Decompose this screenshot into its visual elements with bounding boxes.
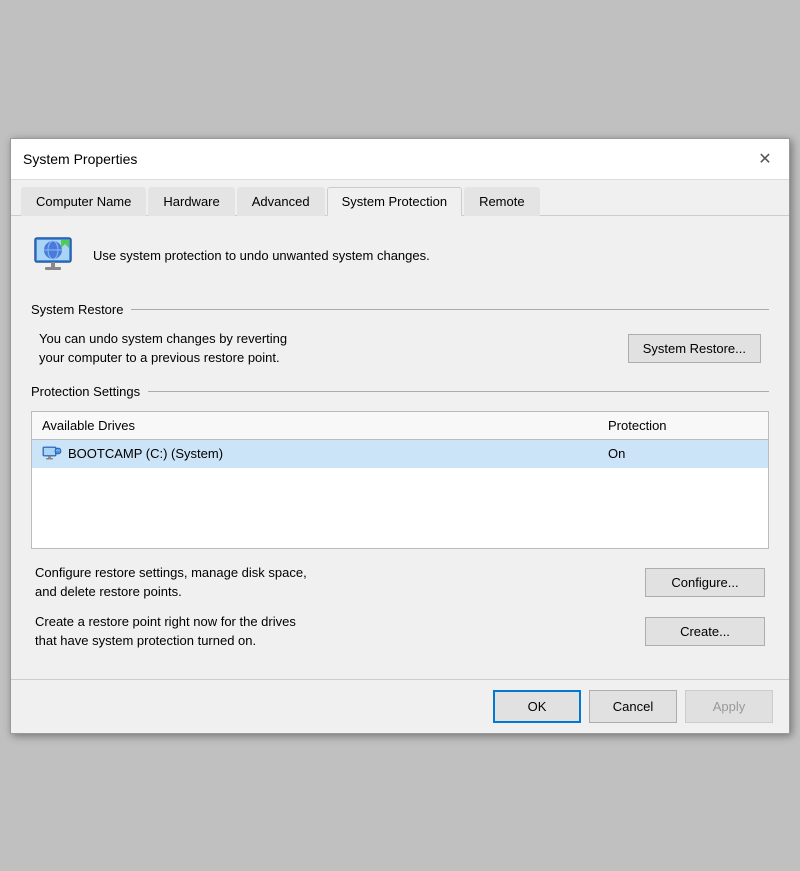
title-bar: System Properties ✕ <box>11 139 789 180</box>
system-properties-window: System Properties ✕ Computer Name Hardwa… <box>10 138 790 734</box>
system-restore-button[interactable]: System Restore... <box>628 334 761 363</box>
create-button[interactable]: Create... <box>645 617 765 646</box>
computer-icon <box>31 232 79 280</box>
drive-protection-status: On <box>608 446 758 461</box>
tab-remote[interactable]: Remote <box>464 187 540 216</box>
protection-settings-label: Protection Settings <box>31 384 769 399</box>
system-restore-label: System Restore <box>31 302 769 317</box>
system-restore-section: System Restore You can undo system chang… <box>31 302 769 368</box>
header-section: Use system protection to undo unwanted s… <box>31 232 769 284</box>
header-description: Use system protection to undo unwanted s… <box>93 248 430 263</box>
configure-row: Configure restore settings, manage disk … <box>31 563 769 602</box>
restore-row: You can undo system changes by reverting… <box>31 329 769 368</box>
drives-empty-space <box>32 468 768 548</box>
tab-advanced[interactable]: Advanced <box>237 187 325 216</box>
cancel-button[interactable]: Cancel <box>589 690 677 723</box>
footer: OK Cancel Apply <box>11 679 789 733</box>
tab-hardware[interactable]: Hardware <box>148 187 234 216</box>
tab-computer-name[interactable]: Computer Name <box>21 187 146 216</box>
apply-button: Apply <box>685 690 773 723</box>
drive-icon <box>42 446 62 462</box>
configure-button[interactable]: Configure... <box>645 568 765 597</box>
configure-description: Configure restore settings, manage disk … <box>35 563 307 602</box>
tab-content: Use system protection to undo unwanted s… <box>11 216 789 679</box>
ok-button[interactable]: OK <box>493 690 581 723</box>
drive-row[interactable]: BOOTCAMP (C:) (System) On <box>32 440 768 468</box>
window-title: System Properties <box>23 151 137 167</box>
create-description: Create a restore point right now for the… <box>35 612 296 651</box>
restore-description: You can undo system changes by reverting… <box>39 329 287 368</box>
drives-col-header: Available Drives <box>42 418 608 433</box>
tab-system-protection[interactable]: System Protection <box>327 187 463 216</box>
tabs-bar: Computer Name Hardware Advanced System P… <box>11 180 789 216</box>
create-row: Create a restore point right now for the… <box>31 612 769 651</box>
drives-table-header: Available Drives Protection <box>32 412 768 440</box>
protection-col-header: Protection <box>608 418 758 433</box>
close-button[interactable]: ✕ <box>753 147 777 171</box>
drives-table: Available Drives Protection BOOTCAMP (C:… <box>31 411 769 549</box>
drive-name: BOOTCAMP (C:) (System) <box>68 446 608 461</box>
protection-settings-section: Protection Settings Available Drives Pro… <box>31 384 769 651</box>
